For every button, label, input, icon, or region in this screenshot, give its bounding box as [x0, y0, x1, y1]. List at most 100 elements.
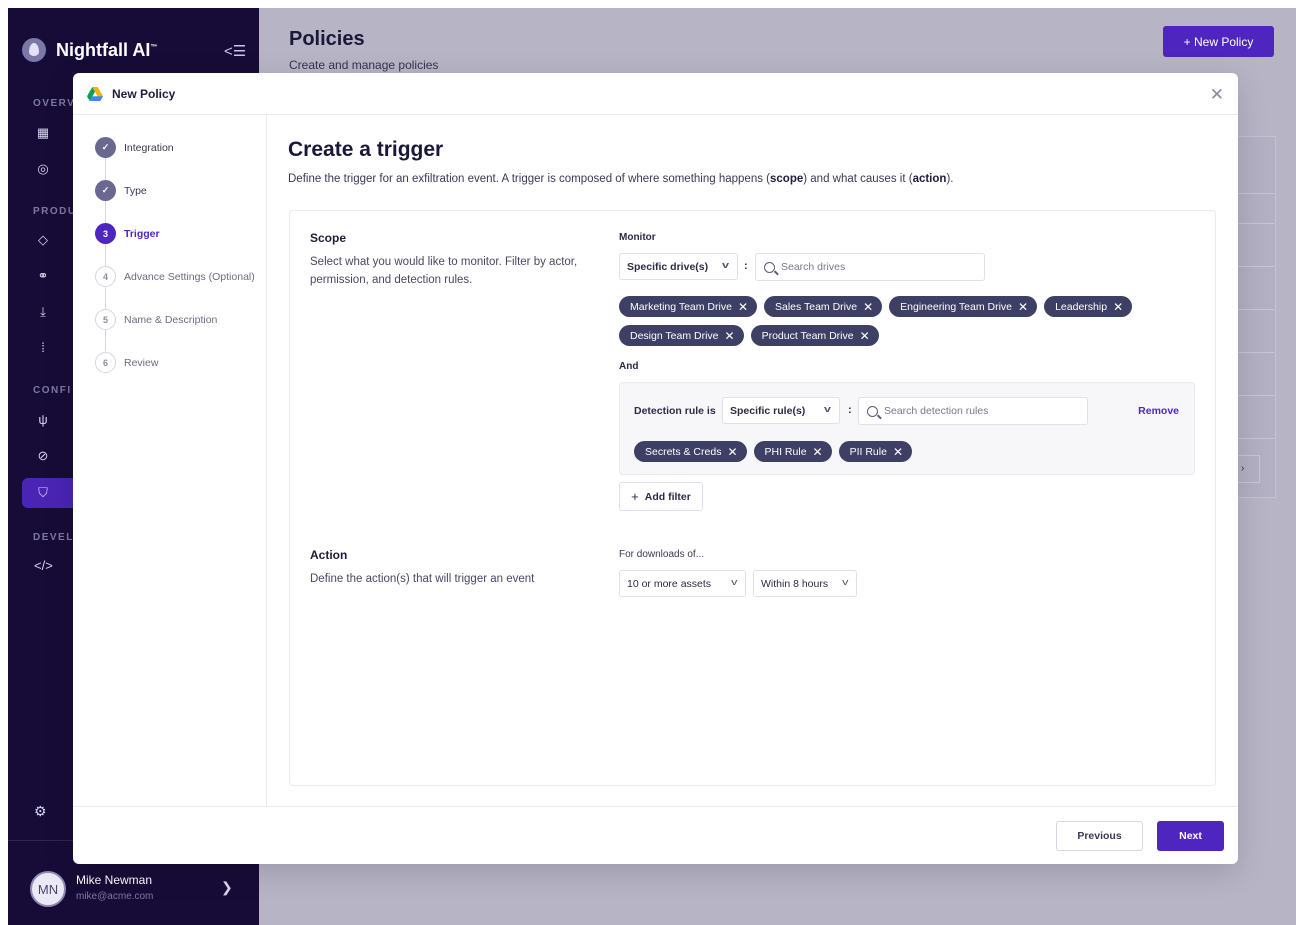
- monitor-label: Monitor: [619, 232, 656, 243]
- previous-button[interactable]: Previous: [1056, 821, 1143, 851]
- user-name: Mike Newman: [76, 873, 153, 887]
- brand-name: Nightfall AI™: [56, 39, 158, 60]
- collapse-sidebar-icon[interactable]: <☰: [224, 42, 246, 60]
- asset-count-select[interactable]: 10 or more assets v: [619, 570, 746, 597]
- step-number: 3: [95, 223, 116, 244]
- close-icon[interactable]: ✕: [863, 301, 873, 313]
- step-number: 6: [95, 352, 116, 373]
- drive-chip[interactable]: Sales Team Drive ✕: [764, 296, 883, 317]
- drive-chip[interactable]: Leadership ✕: [1044, 296, 1133, 317]
- user-email: mike@acme.com: [76, 891, 154, 902]
- chevron-right-icon[interactable]: ❯: [221, 879, 233, 896]
- action-heading: Action: [310, 548, 348, 562]
- step-label: Advance Settings (Optional): [124, 270, 255, 283]
- wizard-steps: ✓ Integration ✓ Type 3 Trigger 4 Advance…: [73, 115, 267, 806]
- google-drive-icon: [87, 86, 103, 101]
- scope-description: Select what you would like to monitor. F…: [310, 256, 578, 286]
- step-trigger[interactable]: 3 Trigger: [95, 223, 160, 244]
- chevron-down-icon: v: [721, 260, 730, 270]
- close-icon[interactable]: ✕: [725, 330, 735, 342]
- close-icon[interactable]: ✕: [860, 330, 870, 342]
- table-row-divider: [1236, 266, 1274, 267]
- content-description: Define the trigger for an exfiltration e…: [288, 173, 954, 185]
- integrations-icon[interactable]: ψ: [34, 412, 52, 427]
- scope-heading: Scope: [310, 231, 347, 245]
- downloads-label: For downloads of...: [619, 549, 705, 560]
- close-icon[interactable]: ✕: [738, 301, 748, 313]
- action-description: Define the action(s) that will trigger a…: [310, 573, 535, 585]
- time-window-select[interactable]: Within 8 hours v: [753, 570, 857, 597]
- explore-icon[interactable]: ◎: [34, 161, 52, 177]
- posture-icon[interactable]: ⚭: [34, 268, 52, 284]
- policies-table-background: [1236, 136, 1276, 498]
- pagination-next-button[interactable]: ›: [1238, 455, 1260, 483]
- close-icon[interactable]: ✕: [1210, 85, 1224, 105]
- sidebar-section-product: PRODU: [33, 206, 77, 217]
- settings-gear-icon[interactable]: ⚙: [34, 803, 47, 820]
- add-filter-button[interactable]: + Add filter: [619, 482, 703, 511]
- page-subtitle: Create and manage policies: [289, 58, 439, 72]
- dashboard-icon[interactable]: ▦: [34, 125, 52, 141]
- drive-chip[interactable]: Product Team Drive ✕: [750, 325, 879, 346]
- close-icon[interactable]: ✕: [727, 446, 737, 458]
- rule-chip[interactable]: PHI Rule ✕: [753, 441, 832, 462]
- search-icon: [867, 405, 878, 417]
- step-label: Type: [124, 184, 147, 197]
- code-icon[interactable]: </>: [34, 558, 53, 573]
- policies-icon[interactable]: ⛉: [34, 485, 52, 501]
- table-row-divider: [1236, 438, 1274, 439]
- nightfall-logo-icon: [22, 38, 46, 62]
- step-label: Review: [124, 356, 159, 369]
- drive-chip[interactable]: Design Team Drive ✕: [619, 325, 744, 346]
- close-icon[interactable]: ✕: [813, 446, 823, 458]
- page-title: Policies: [289, 28, 365, 50]
- close-icon[interactable]: ✕: [1018, 301, 1028, 313]
- chevron-down-icon: v: [730, 577, 737, 587]
- step-label: Name & Description: [124, 313, 218, 326]
- sensitive-data-icon[interactable]: ◇: [34, 232, 52, 248]
- step-label: Trigger: [124, 227, 160, 240]
- avatar: MN: [30, 871, 66, 907]
- drive-chips: Marketing Team Drive ✕ Sales Team Drive ✕ …: [619, 296, 1199, 346]
- next-button[interactable]: Next: [1157, 821, 1224, 851]
- plus-icon: +: [631, 489, 639, 504]
- detection-rule-select[interactable]: Specific rule(s) v: [722, 397, 840, 424]
- step-name-description[interactable]: 5 Name & Description: [95, 309, 217, 330]
- step-integration[interactable]: ✓ Integration: [95, 137, 174, 158]
- separator: :: [744, 260, 748, 272]
- rule-chip[interactable]: Secrets & Creds ✕: [634, 441, 747, 462]
- drive-chip[interactable]: Engineering Team Drive ✕: [889, 296, 1038, 317]
- table-row-divider: [1236, 309, 1274, 310]
- new-policy-button[interactable]: + New Policy: [1163, 26, 1274, 57]
- search-icon: [764, 261, 775, 273]
- monitor-select[interactable]: Specific drive(s) v: [619, 253, 738, 280]
- rule-chip[interactable]: PII Rule ✕: [838, 441, 913, 462]
- sidebar-section-developer: DEVEL: [33, 532, 74, 543]
- exfiltration-icon[interactable]: ⤓: [34, 304, 52, 320]
- check-icon: ✓: [95, 137, 116, 158]
- chevron-down-icon: v: [823, 404, 832, 414]
- step-advance-settings[interactable]: 4 Advance Settings (Optional): [95, 266, 255, 287]
- detection-icon[interactable]: ⊘: [34, 448, 52, 464]
- chevron-down-icon: v: [841, 577, 848, 587]
- detection-rule-filter: Detection rule is Specific rule(s) v : S…: [619, 382, 1195, 475]
- sidebar-section-overview: OVERV: [33, 98, 76, 109]
- close-icon[interactable]: ✕: [1113, 301, 1123, 313]
- brand[interactable]: Nightfall AI™: [22, 38, 157, 62]
- step-label: Integration: [124, 141, 174, 154]
- drive-search-input[interactable]: Search drives: [755, 253, 985, 281]
- and-label: And: [619, 361, 639, 372]
- step-type[interactable]: ✓ Type: [95, 180, 147, 201]
- separator: :: [848, 404, 852, 416]
- remove-filter-link[interactable]: Remove: [1138, 405, 1179, 417]
- step-number: 5: [95, 309, 116, 330]
- detection-rule-search-input[interactable]: Search detection rules: [858, 397, 1088, 425]
- rule-chips: Secrets & Creds ✕ PHI Rule ✕ PII Rule ✕: [634, 441, 1154, 462]
- data-icon[interactable]: ⁞: [34, 340, 52, 355]
- close-icon[interactable]: ✕: [893, 446, 903, 458]
- table-row-divider: [1236, 223, 1274, 224]
- drive-chip[interactable]: Marketing Team Drive ✕: [619, 296, 757, 317]
- new-policy-modal: New Policy ✕ ✓ Integration ✓ Type 3 Trig…: [73, 73, 1238, 864]
- modal-title: New Policy: [112, 86, 176, 101]
- step-review[interactable]: 6 Review: [95, 352, 158, 373]
